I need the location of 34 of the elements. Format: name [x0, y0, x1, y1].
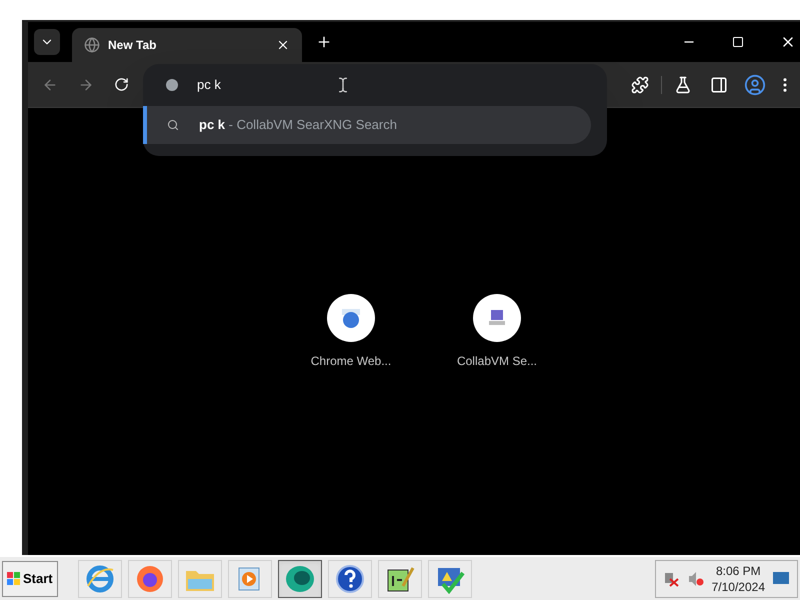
- suggestion-text: pc k - CollabVM SearXNG Search: [199, 116, 397, 134]
- back-icon[interactable]: [42, 76, 58, 92]
- address-field[interactable]: pc k: [197, 75, 317, 95]
- shortcut-label: Chrome Web...: [310, 353, 392, 370]
- browser-tab[interactable]: New Tab: [72, 28, 302, 62]
- tab-search-button[interactable]: [34, 29, 60, 55]
- clock-date: 7/10/2024: [712, 578, 765, 594]
- globe-icon: [84, 37, 100, 53]
- site-icon: [165, 78, 179, 92]
- close-icon[interactable]: [276, 38, 290, 52]
- speaker-muted-icon: [688, 570, 704, 586]
- orb-icon: [284, 564, 316, 594]
- shortcut-label: CollabVM Se...: [456, 353, 538, 370]
- side-panel-icon[interactable]: [710, 76, 728, 94]
- shortcut-tile[interactable]: [327, 294, 375, 342]
- maximize-icon[interactable]: [732, 36, 744, 48]
- shortcut-tile[interactable]: [473, 294, 521, 342]
- puzzle-icon[interactable]: [631, 76, 649, 94]
- reload-icon[interactable]: [114, 77, 129, 92]
- globe-e-icon: [84, 564, 115, 594]
- taskbar-app-button[interactable]: [278, 560, 322, 598]
- search-suggestion[interactable]: pc k - CollabVM SearXNG Search: [143, 106, 591, 144]
- desktop-icon: [773, 572, 789, 586]
- start-button[interactable]: Start: [2, 560, 58, 596]
- new-tab-icon[interactable]: [316, 34, 332, 50]
- help-icon: [334, 564, 365, 594]
- windows-flag-icon: [7, 572, 21, 586]
- search-icon: [167, 119, 179, 131]
- tab-title: New Tab: [108, 37, 158, 54]
- forward-icon[interactable]: [78, 76, 94, 92]
- clock-time: 8:06 PM: [716, 562, 761, 578]
- profile-icon[interactable]: [744, 74, 766, 96]
- flask-icon[interactable]: [674, 76, 692, 94]
- network-error-icon: [664, 570, 680, 586]
